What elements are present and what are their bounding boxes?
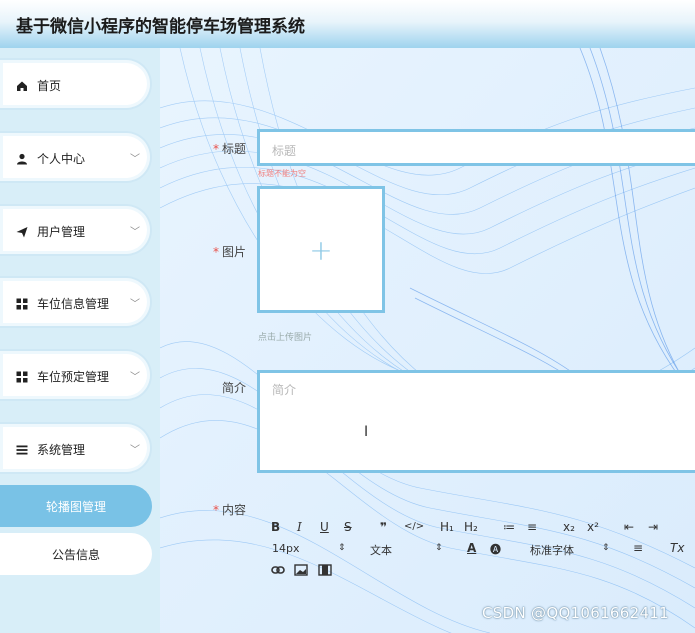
underline-button[interactable]: U: [320, 520, 329, 534]
sidebar-item-user-management[interactable]: 用户管理 ﹀: [0, 204, 152, 256]
list-icon: [16, 445, 28, 455]
sidebar-item-parking-info[interactable]: 车位信息管理 ﹀: [0, 276, 152, 328]
video-icon[interactable]: [318, 564, 332, 576]
sidebar-item-parking-reservation[interactable]: 车位预定管理 ﹀: [0, 349, 152, 401]
main-content: * 标题 标题 标题不能为空 * 图片 + 点击上传图片 简介 简介 * 内容: [160, 48, 695, 633]
font-size-select[interactable]: 14px: [272, 542, 300, 555]
sidebar-subitem-label: 轮播图管理: [45, 500, 106, 514]
app-title: 基于微信小程序的智能停车场管理系统: [16, 17, 305, 37]
chevron-updown-icon: ⇕: [435, 543, 443, 553]
sidebar-item-label: 用户管理: [37, 225, 86, 239]
bullet-list-button[interactable]: ≡: [527, 520, 537, 534]
sidebar-item-label: 车位信息管理: [37, 297, 110, 311]
image-label: * 图片: [213, 245, 247, 259]
bold-button[interactable]: B: [271, 520, 280, 534]
chevron-updown-icon: ⇕: [602, 543, 610, 553]
align-button[interactable]: ≡: [633, 541, 643, 555]
strike-button[interactable]: S: [344, 520, 352, 534]
title-error: 标题不能为空: [258, 169, 306, 178]
image-upload[interactable]: +: [257, 186, 385, 313]
sidebar-subitem-announcement[interactable]: 公告信息: [0, 533, 152, 575]
text-type-select[interactable]: 文本: [370, 542, 392, 558]
plus-icon: +: [309, 233, 333, 266]
app-header: 基于微信小程序的智能停车场管理系统: [0, 0, 695, 49]
watermark: CSDN @QQ1061662411: [482, 604, 669, 622]
chevron-down-icon: ﹀: [130, 299, 140, 310]
superscript-button[interactable]: x²: [587, 520, 599, 534]
chevron-updown-icon: ⇕: [338, 543, 346, 553]
text-cursor-icon: I: [364, 424, 369, 440]
grid-icon: [16, 371, 28, 383]
chevron-down-icon: ﹀: [130, 372, 140, 383]
font-family-select[interactable]: 标准字体: [530, 542, 574, 558]
intro-placeholder: 简介: [272, 383, 297, 397]
home-icon: [17, 81, 27, 91]
image-hint: 点击上传图片: [258, 333, 313, 343]
sidebar-item-system-management[interactable]: 系统管理 ﹀: [0, 422, 152, 474]
content-label: * 内容: [213, 503, 247, 517]
chevron-down-icon: ﹀: [130, 154, 140, 165]
send-icon: [16, 227, 28, 238]
image-icon[interactable]: [294, 564, 308, 576]
title-label: * 标题: [213, 142, 247, 156]
code-block-button[interactable]: </>: [404, 521, 424, 532]
title-placeholder: 标题: [272, 144, 297, 158]
sidebar-item-label: 车位预定管理: [37, 370, 110, 384]
intro-textarea[interactable]: 简介: [257, 370, 695, 473]
intro-label: 简介: [222, 381, 247, 395]
user-icon: [17, 153, 27, 165]
header2-button[interactable]: H₂: [464, 520, 478, 534]
text-color-button[interactable]: A: [467, 541, 476, 555]
chevron-down-icon: ﹀: [130, 227, 140, 238]
outdent-button[interactable]: ⇤: [624, 520, 634, 534]
chevron-up-icon: ﹀: [130, 445, 140, 456]
sidebar-subitem-label: 公告信息: [51, 548, 100, 562]
indent-button[interactable]: ⇥: [648, 520, 658, 534]
grid-icon: [16, 298, 28, 310]
italic-button[interactable]: I: [297, 520, 302, 534]
ordered-list-button[interactable]: ≔: [503, 520, 515, 534]
sidebar-item-label: 首页: [37, 79, 62, 93]
header1-button[interactable]: H₁: [440, 520, 454, 534]
background-color-button[interactable]: 🅐: [490, 541, 501, 557]
sidebar-item-personal-center[interactable]: 个人中心 ﹀: [0, 131, 152, 183]
link-icon[interactable]: [271, 564, 285, 576]
sidebar-item-label: 系统管理: [37, 443, 86, 457]
clear-format-button[interactable]: Tx: [670, 541, 684, 555]
blockquote-button[interactable]: ❞: [380, 520, 387, 534]
title-input[interactable]: 标题: [257, 129, 695, 166]
subscript-button[interactable]: x₂: [563, 520, 575, 534]
sidebar-item-home[interactable]: 首页: [0, 58, 152, 110]
sidebar-subitem-carousel[interactable]: 轮播图管理: [0, 485, 152, 527]
sidebar-item-label: 个人中心: [37, 152, 86, 166]
sidebar: 首页 个人中心 ﹀ 用户管理 ﹀ 车位信息管理 ﹀ 车位预定管理 ﹀ 系统管理 …: [0, 48, 160, 633]
